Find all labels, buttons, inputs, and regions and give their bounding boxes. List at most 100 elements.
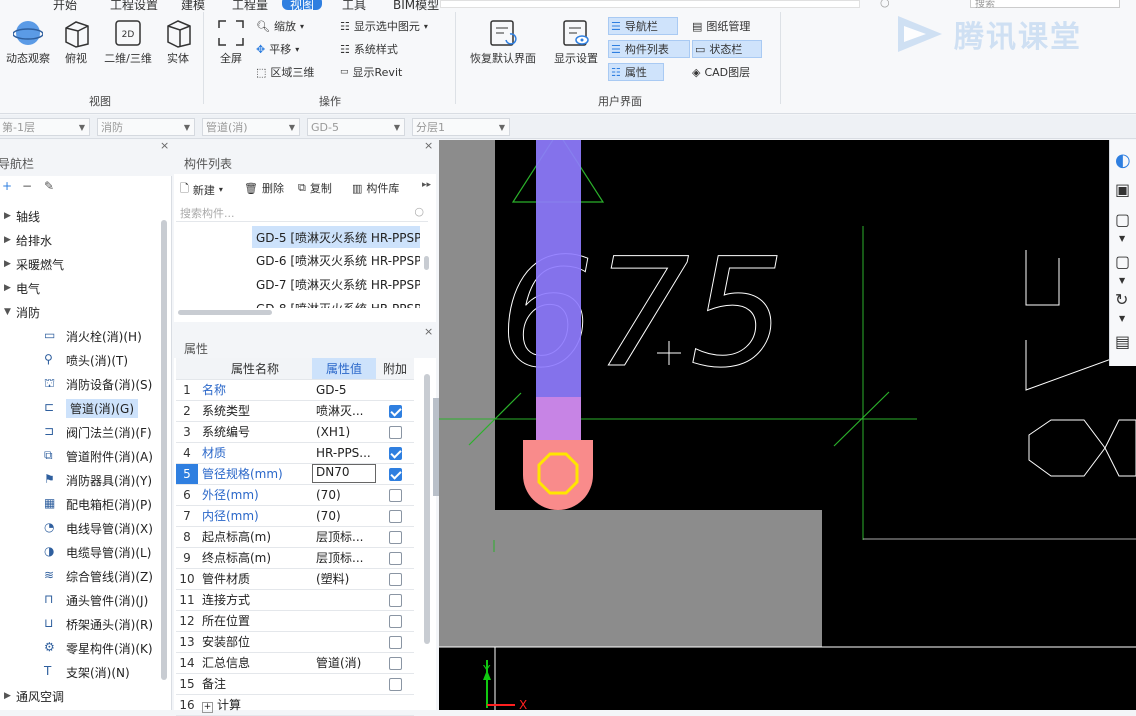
menu-tab-tools[interactable]: 工具	[342, 0, 366, 12]
component-item[interactable]: GD-8 [喷淋灭火系统 HR-PPSP	[256, 300, 420, 308]
property-value[interactable]: (70)	[312, 484, 376, 506]
component-type-select[interactable]: 管道(消) ▼	[202, 118, 300, 136]
nav-category-electrical[interactable]: ▶ 电气	[4, 276, 40, 300]
property-value[interactable]	[312, 589, 376, 611]
expand-all-icon[interactable]: +	[2, 179, 12, 193]
nav-category-fire[interactable]: ▼ 消防	[4, 300, 40, 324]
cube-view-icon[interactable]: ▢	[1115, 210, 1130, 229]
show-selected-button[interactable]: ☷ 显示选中图元 ▾	[340, 18, 428, 34]
extra-checkbox[interactable]	[388, 551, 402, 565]
extra-checkbox[interactable]	[388, 446, 402, 460]
property-row[interactable]: 13 安装部位	[176, 631, 414, 653]
pan-button[interactable]: ✥ 平移 ▾	[256, 41, 299, 57]
close-icon[interactable]: ×	[424, 139, 433, 152]
nav-category-plumbing[interactable]: ▶ 给排水	[4, 228, 52, 252]
component-library-button[interactable]: ▥ 构件库	[352, 180, 399, 196]
component-hscrollbar[interactable]	[178, 310, 272, 315]
extra-checkbox[interactable]	[388, 509, 402, 523]
nav-subitem-combined-pipeline[interactable]: ≋ 综合管线(消)(Z)	[44, 564, 153, 588]
property-value[interactable]: (70)	[312, 505, 376, 527]
menu-tab-view[interactable]: 视图	[282, 0, 323, 12]
extra-checkbox[interactable]	[388, 425, 402, 439]
component-search-input[interactable]: 搜索构件... ○	[176, 202, 428, 222]
collapse-all-icon[interactable]: −	[22, 179, 32, 193]
property-row[interactable]: 8 起点标高(m) 层顶标...	[176, 526, 414, 548]
chevron-down-icon[interactable]: ▼	[1119, 234, 1125, 243]
menu-tab-modeling[interactable]: 建模	[181, 0, 205, 12]
restore-default-button[interactable]: 恢复默认界面	[463, 18, 543, 66]
nav-subitem-tray-fitting[interactable]: ⊔ 桥架通头(消)(R)	[44, 612, 153, 636]
sublayer-select[interactable]: 分层1 ▼	[412, 118, 510, 136]
property-row[interactable]: 15 备注	[176, 673, 414, 695]
system-style-button[interactable]: ☷ 系统样式	[340, 41, 398, 57]
component-vscrollbar[interactable]	[424, 256, 429, 270]
drawing-canvas[interactable]: 675 Y X ◐ ▣ ▢ ▼ ▢ ▼ ↻ ▼ ▤	[439, 140, 1136, 710]
property-value[interactable]: 层顶标...	[312, 547, 376, 569]
property-row[interactable]: 2 系统类型 喷淋灭...	[176, 400, 414, 422]
extra-checkbox[interactable]	[388, 614, 402, 628]
nav-subitem-fitting[interactable]: ⊓ 通头管件(消)(J)	[44, 588, 148, 612]
status-bar-toggle[interactable]: ▭ 状态栏	[692, 40, 762, 58]
property-row[interactable]: 1 名称 GD-5	[176, 379, 414, 401]
extra-checkbox[interactable]	[388, 488, 402, 502]
show-revit-button[interactable]: ▭ 显示Revit	[340, 64, 402, 80]
search-input[interactable]: 搜索	[970, 0, 1120, 10]
property-row[interactable]: 7 内径(mm) (70)	[176, 505, 414, 527]
extra-checkbox[interactable]	[388, 467, 402, 481]
component-list-toggle[interactable]: ☰ 构件列表	[608, 40, 690, 58]
property-row[interactable]: 4 材质 HR-PPS...	[176, 442, 414, 464]
menu-tab-project-settings[interactable]: 工程设置	[110, 0, 158, 12]
extra-checkbox[interactable]	[388, 677, 402, 691]
zoom-button[interactable]: 🔍︎ 缩放 ▾	[256, 18, 304, 34]
property-row[interactable]: 5 管径规格(mm) DN70	[176, 463, 414, 485]
display-settings-button[interactable]: 显示设置	[548, 18, 604, 66]
nav-subitem-sprinkler[interactable]: ⚲ 喷头(消)(T)	[44, 348, 128, 372]
properties-scrollbar[interactable]	[424, 374, 430, 644]
display-settings-icon[interactable]: ▤	[1115, 332, 1130, 351]
menu-tab-bim-model[interactable]: BIM模型	[393, 0, 439, 12]
property-value[interactable]: (XH1)	[312, 421, 376, 443]
property-value[interactable]: GD-5	[312, 379, 376, 401]
close-icon[interactable]: ×	[424, 325, 433, 338]
orbit-button[interactable]: 动态观察	[2, 18, 54, 66]
extra-checkbox[interactable]	[388, 593, 402, 607]
pipe-segment[interactable]	[536, 140, 581, 440]
component-item[interactable]: GD-6 [喷淋灭火系统 HR-PPSP	[256, 252, 420, 269]
new-component-button[interactable]: 🗋︎ 新建 ▾	[180, 180, 223, 199]
nav-subitem-conduit[interactable]: ◔ 电线导管(消)(X)	[44, 516, 153, 540]
more-icon[interactable]: ▸▸	[422, 180, 431, 190]
orbit-icon[interactable]: ◐	[1115, 150, 1131, 171]
fullscreen-button[interactable]: 全屏	[210, 18, 252, 66]
property-value[interactable]	[312, 694, 376, 716]
component-item[interactable]: GD-5 [喷淋灭火系统 HR-PPSP	[256, 229, 420, 246]
property-row[interactable]: 6 外径(mm) (70)	[176, 484, 414, 506]
menu-tab-quantity[interactable]: 工程量	[232, 0, 268, 12]
properties-toggle[interactable]: ☷ 属性	[608, 63, 664, 81]
2d-3d-button[interactable]: 2D 二维/三维	[100, 18, 156, 66]
property-row[interactable]: 11 连接方式	[176, 589, 414, 611]
nav-subitem-bracket[interactable]: T 支架(消)(N)	[44, 660, 130, 684]
delete-component-button[interactable]: 🗑︎ 删除	[244, 180, 284, 196]
property-value[interactable]: (塑料)	[312, 568, 376, 590]
property-row[interactable]: 14 汇总信息 管道(消)	[176, 652, 414, 674]
nav-category-axis[interactable]: ▶ 轴线	[4, 204, 40, 228]
3d-cube-icon[interactable]: ▣	[1115, 180, 1130, 199]
nav-scrollbar[interactable]	[161, 220, 167, 680]
nav-subitem-misc-component[interactable]: ⚙ 零星构件(消)(K)	[44, 636, 153, 660]
nav-subitem-hydrant[interactable]: ▭ 消火栓(消)(H)	[44, 324, 142, 348]
property-value[interactable]: 层顶标...	[312, 526, 376, 548]
discipline-select[interactable]: 消防 ▼	[97, 118, 195, 136]
property-value[interactable]: 喷淋灭...	[312, 400, 376, 422]
property-value[interactable]: HR-PPS...	[312, 442, 376, 464]
copy-component-button[interactable]: ⧉ 复制	[298, 180, 332, 196]
cad-layer-button[interactable]: ◈ CAD图层	[692, 63, 750, 81]
component-item[interactable]: GD-7 [喷淋灭火系统 HR-PPSP	[256, 276, 420, 293]
menu-tab-start[interactable]: 开始	[53, 0, 77, 12]
navbar-toggle[interactable]: ☰ 导航栏	[608, 17, 678, 35]
property-value[interactable]	[312, 610, 376, 632]
extra-checkbox[interactable]	[388, 404, 402, 418]
property-value[interactable]: 管道(消)	[312, 652, 376, 674]
property-row[interactable]: 9 终点标高(m) 层顶标...	[176, 547, 414, 569]
nav-category-hvac[interactable]: ▶ 通风空调	[4, 684, 64, 708]
property-value[interactable]	[312, 673, 376, 695]
